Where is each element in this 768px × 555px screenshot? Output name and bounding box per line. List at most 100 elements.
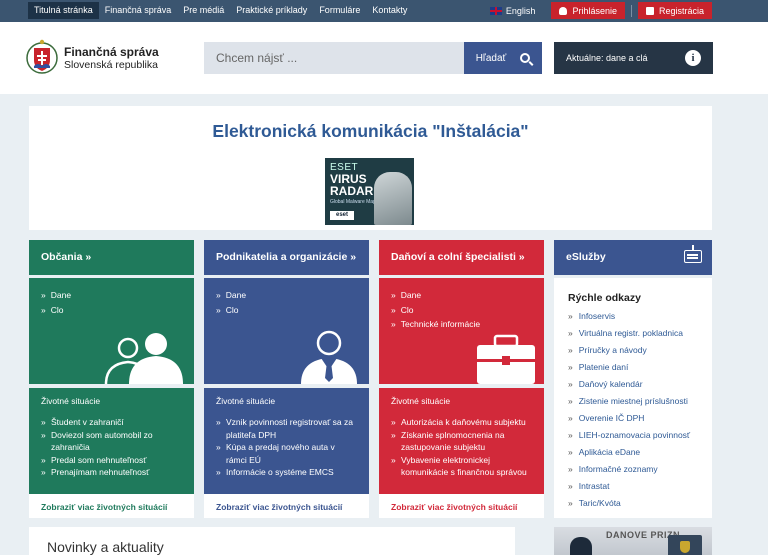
link-dane[interactable]: Dane: [41, 288, 182, 303]
situation-item[interactable]: Vznik povinnosti registrovať sa za plati…: [216, 416, 357, 441]
register-button[interactable]: Registrácia: [637, 2, 712, 19]
more-situations-link[interactable]: Zobraziť viac životných situácií: [29, 494, 194, 518]
situation-item[interactable]: Predal som nehnuteľnosť: [41, 454, 182, 467]
quick-link[interactable]: Virtuálna registr. pokladnica: [568, 325, 698, 342]
user-icon: [559, 6, 568, 15]
login-label: Prihlásenie: [572, 5, 617, 16]
nav-kontakty[interactable]: Kontakty: [366, 2, 413, 19]
quick-link[interactable]: Infoservis: [568, 308, 698, 325]
life-situations: Životné situácie Autorizácia k daňovému …: [379, 388, 544, 494]
search-button[interactable]: Hľadať: [464, 42, 542, 74]
situation-item[interactable]: Informácie o systéme EMCS: [216, 466, 357, 479]
eservices-panel: eSlužby Rýchle odkazy Infoservis Virtuál…: [554, 240, 712, 518]
news-image[interactable]: DANOVE PRIZN: [554, 527, 712, 555]
banner-title[interactable]: Elektronická komunikácia "Inštalácia": [29, 121, 712, 142]
quick-link[interactable]: Príručky a návody: [568, 342, 698, 359]
person-silhouette: [570, 537, 592, 555]
businessman-icon: [301, 330, 357, 384]
news-section: Novinky a aktuality: [29, 527, 515, 555]
column-obcania: Občania » Dane Clo Životné situácie Štud…: [29, 240, 194, 518]
more-situations-link[interactable]: Zobraziť viac životných situácií: [379, 494, 544, 518]
link-dane[interactable]: Dane: [216, 288, 357, 303]
language-label: English: [505, 5, 536, 16]
header: Finančná správa Slovenská republika Hľad…: [0, 22, 768, 94]
keyboard-icon: [684, 245, 702, 263]
top-right-actions: English Prihlásenie Registrácia: [489, 2, 712, 19]
nav-prakticke-priklady[interactable]: Praktické príklady: [230, 2, 313, 19]
search-button-label: Hľadať: [475, 52, 507, 64]
quick-link[interactable]: Overenie IČ DPH: [568, 410, 698, 427]
site-logo[interactable]: Finančná správa Slovenská republika: [26, 38, 159, 78]
nav-titulna-stranka[interactable]: Titulná stránka: [28, 2, 99, 19]
top-bar: Titulná stránka Finančná správa Pre médi…: [0, 0, 768, 22]
life-situations: Životné situácie Študent v zahraničí Dov…: [29, 388, 194, 494]
ad-tagline: Global Malware Map: [330, 199, 376, 205]
promo-banner: Elektronická komunikácia "Inštalácia" ES…: [29, 106, 712, 230]
link-clo[interactable]: Clo: [391, 303, 532, 318]
quick-links: Rýchle odkazy Infoservis Virtuálna regis…: [554, 278, 712, 518]
register-icon: [645, 6, 654, 15]
eservices-header[interactable]: eSlužby: [554, 240, 712, 275]
column-specialisti: Daňoví a colní špecialisti » Dane Clo Te…: [379, 240, 544, 518]
briefcase-icon: [477, 334, 535, 384]
column-links: Dane Clo: [204, 278, 369, 384]
uk-flag-icon: [489, 6, 502, 15]
life-situations-title: Životné situácie: [41, 396, 101, 406]
logo-subtitle: Slovenská republika: [64, 58, 158, 71]
quick-link[interactable]: Platenie daní: [568, 359, 698, 376]
eservices-title: eSlužby: [566, 251, 606, 263]
quick-link[interactable]: Aplikácia eDane: [568, 444, 698, 461]
nav-financna-sprava[interactable]: Finančná správa: [99, 2, 178, 19]
language-switch[interactable]: English: [489, 5, 536, 16]
situation-item[interactable]: Kúpa a predaj nového auta v rámci EÚ: [216, 441, 357, 466]
column-links: Dane Clo: [29, 278, 194, 384]
situation-item[interactable]: Vybavenie elektronickej komunikácie s fi…: [391, 454, 532, 479]
divider: [630, 4, 632, 17]
coat-of-arms-icon: [26, 39, 58, 74]
nav-pre-media[interactable]: Pre médiá: [177, 2, 230, 19]
column-title[interactable]: Daňoví a colní špecialisti »: [379, 240, 544, 275]
logo-title: Finančná správa: [64, 44, 159, 59]
eset-ad-image[interactable]: ESET VIRUS RADAR Global Malware Map eset: [325, 158, 414, 225]
news-ticker-text: Aktuálne: dane a clá: [566, 53, 648, 63]
column-links: Dane Clo Technické informácie: [379, 278, 544, 384]
top-nav: Titulná stránka Finančná správa Pre médi…: [28, 2, 413, 19]
column-title[interactable]: Občania »: [29, 240, 194, 275]
column-podnikatelia: Podnikatelia a organizácie » Dane Clo Ži…: [204, 240, 369, 518]
quick-link[interactable]: Daňový kalendár: [568, 376, 698, 393]
search-bar: Hľadať: [204, 42, 542, 74]
news-ticker[interactable]: Aktuálne: dane a clá i: [554, 42, 713, 74]
link-technicke-informacie[interactable]: Technické informácie: [391, 317, 532, 332]
column-title[interactable]: Podnikatelia a organizácie »: [204, 240, 369, 275]
news-title: Novinky a aktuality: [47, 539, 164, 555]
more-situations-link[interactable]: Zobraziť viac životných situácií: [204, 494, 369, 518]
register-label: Registrácia: [658, 5, 704, 16]
life-situations-title: Životné situácie: [216, 396, 276, 406]
info-icon[interactable]: i: [685, 50, 701, 66]
quick-links-title: Rýchle odkazy: [568, 292, 641, 304]
situation-item[interactable]: Prenajímam nehnuteľnosť: [41, 466, 182, 479]
situation-item[interactable]: Autorizácia k daňovému subjektu: [391, 416, 532, 429]
link-dane[interactable]: Dane: [391, 288, 532, 303]
robot-illustration: [374, 172, 412, 225]
situation-item[interactable]: Študent v zahraničí: [41, 416, 182, 429]
nav-formulare[interactable]: Formuláre: [313, 2, 366, 19]
quick-link[interactable]: Taric/Kvóta: [568, 495, 698, 512]
quick-link[interactable]: LIEH-oznamovacia povinnosť: [568, 427, 698, 444]
quick-link[interactable]: Informačné zoznamy: [568, 461, 698, 478]
eset-logo: eset: [330, 211, 354, 220]
ad-line3: RADAR: [330, 184, 374, 198]
quick-link[interactable]: Zistenie miestnej príslušnosti: [568, 393, 698, 410]
emblem-icon: [668, 535, 702, 555]
link-clo[interactable]: Clo: [216, 303, 357, 318]
login-button[interactable]: Prihlásenie: [551, 2, 625, 19]
situation-item[interactable]: Doviezol som automobil zo zahraničia: [41, 429, 182, 454]
link-clo[interactable]: Clo: [41, 303, 182, 318]
life-situations: Životné situácie Vznik povinnosti regist…: [204, 388, 369, 494]
situation-item[interactable]: Získanie splnomocnenia na zastupovanie s…: [391, 429, 532, 454]
search-icon: [520, 53, 531, 63]
life-situations-title: Životné situácie: [391, 396, 451, 406]
quick-link[interactable]: Intrastat: [568, 478, 698, 495]
search-input[interactable]: [204, 42, 464, 74]
citizens-icon: [104, 333, 183, 384]
